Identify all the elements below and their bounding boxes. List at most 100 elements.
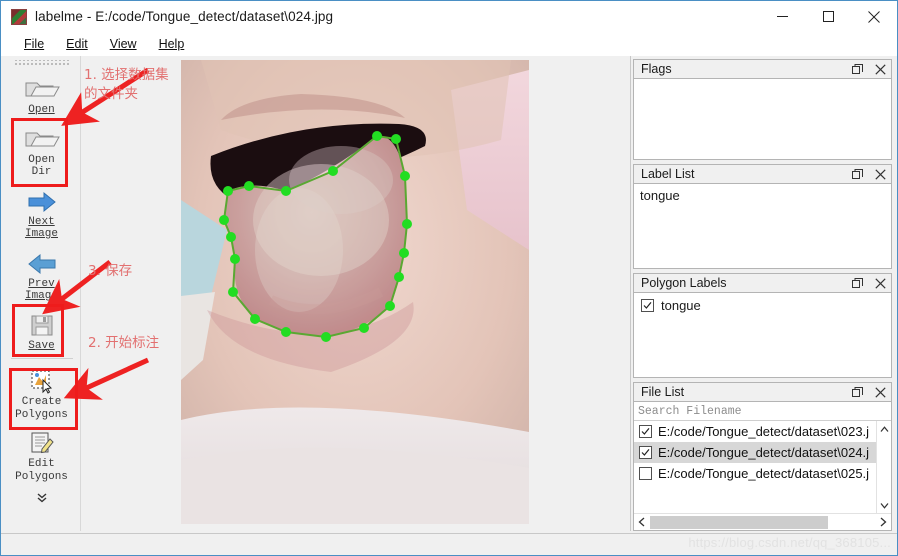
label-list-panel-title: Label List [641, 167, 695, 181]
list-item[interactable]: tongue [634, 293, 891, 313]
toolbar-item-next-image[interactable]: Next Image [10, 181, 74, 243]
float-icon[interactable] [851, 277, 864, 290]
arrow-right-icon [25, 184, 59, 214]
file-list-horizontal-scrollbar[interactable] [634, 513, 891, 530]
highlight-box-save [12, 304, 64, 357]
list-item[interactable]: tongue [634, 184, 891, 203]
menu-view-label: View [109, 37, 137, 51]
right-dock: Flags Label List tongue Polygon Labels t… [631, 56, 895, 531]
csdn-watermark: https://blog.csdn.net/qq_368105... [688, 535, 891, 550]
hscroll-track[interactable] [650, 515, 875, 529]
window-title: labelme - E:/code/Tongue_detect/dataset\… [35, 9, 334, 24]
float-icon[interactable] [851, 386, 864, 399]
toolbar-separator [10, 358, 73, 359]
file-path-text: E:/code/Tongue_detect/dataset\023.j [658, 424, 870, 439]
menu-help[interactable]: Help [148, 35, 196, 53]
toolbar-next-text: Next Image [24, 215, 58, 241]
file-path-text: E:/code/Tongue_detect/dataset\025.j [658, 466, 870, 481]
label-list-panel-title-bar: Label List [633, 164, 892, 183]
label-list-panel: Label List tongue [633, 164, 892, 269]
menu-file-label: File [24, 37, 45, 51]
polygon-labels-panel-buttons [851, 274, 887, 293]
menu-file[interactable]: File [13, 35, 55, 53]
file-list-panel-title: File List [641, 385, 685, 399]
title-bar: labelme - E:/code/Tongue_detect/dataset\… [1, 1, 897, 32]
toolbar-item-prev-image-label: Prev Image [25, 278, 58, 303]
menu-view[interactable]: View [99, 35, 148, 53]
highlight-box-open-dir [11, 118, 68, 187]
polygon-labels-list[interactable]: tongue [633, 292, 892, 378]
toolbar-item-open-label: Open [28, 104, 54, 117]
float-icon[interactable] [851, 168, 864, 181]
status-bar: https://blog.csdn.net/qq_368105... [1, 533, 897, 555]
menu-edit[interactable]: Edit [55, 35, 99, 53]
toolbar-item-next-image-label: Next Image [25, 216, 58, 241]
file-list-vertical-scrollbar[interactable] [876, 421, 891, 513]
close-icon[interactable] [874, 386, 887, 399]
maximize-button[interactable] [805, 1, 851, 32]
search-placeholder: Search Filename [638, 404, 742, 418]
file-list-panel: File List Search Filename E:/code/Tongue… [633, 382, 892, 531]
float-icon[interactable] [851, 63, 864, 76]
labelme-icon [11, 8, 27, 25]
menu-help-label: Help [158, 37, 185, 51]
close-button[interactable] [851, 1, 897, 32]
toolbar-overflow-button[interactable] [35, 491, 49, 507]
annotated-image[interactable] [181, 60, 529, 524]
flags-panel-title: Flags [641, 62, 672, 76]
flags-list[interactable] [633, 78, 892, 160]
highlight-box-create-polygons [9, 368, 78, 430]
menu-edit-label: Edit [66, 37, 88, 51]
file-list-body: Search Filename E:/code/Tongue_detect/da… [633, 401, 892, 531]
file-path-text: E:/code/Tongue_detect/dataset\024.j [658, 445, 870, 460]
polygon-labels-panel-title-bar: Polygon Labels [633, 273, 892, 292]
minimize-button[interactable] [759, 1, 805, 32]
toolbar-item-open[interactable]: Open [10, 69, 74, 119]
toolbar-item-edit-polygons-label: Edit Polygons [15, 458, 68, 483]
checkbox-unchecked-icon[interactable] [639, 467, 652, 480]
image-canvas-area[interactable] [81, 56, 631, 531]
toolbar-item-edit-polygons[interactable]: Edit Polygons [10, 423, 74, 485]
file-list-item[interactable]: E:/code/Tongue_detect/dataset\025.j [634, 463, 891, 484]
file-list-panel-title-bar: File List [633, 382, 892, 401]
step-3-note: 3. 保存 [88, 263, 133, 279]
toolbar-prev-text: Prev Image [24, 277, 58, 303]
folder-open-icon [23, 72, 61, 102]
flags-panel-title-bar: Flags [633, 59, 892, 78]
photo-with-polygon [181, 60, 529, 524]
label-list[interactable]: tongue [633, 183, 892, 269]
flags-panel-buttons [851, 60, 887, 79]
chevron-up-icon[interactable] [880, 421, 889, 437]
polygon-label-text: tongue [661, 298, 701, 313]
file-list-item[interactable]: E:/code/Tongue_detect/dataset\023.j [634, 421, 891, 442]
close-icon[interactable] [874, 277, 887, 290]
chevron-left-icon[interactable] [634, 517, 650, 527]
toolbar-drag-handle[interactable] [13, 60, 70, 67]
search-filename-input[interactable]: Search Filename [634, 402, 891, 421]
toolbar-open-text: Open [28, 104, 55, 116]
chevron-down-icon [37, 493, 46, 503]
checkbox-checked-icon[interactable] [639, 425, 652, 438]
edit-polygon-icon [28, 426, 56, 456]
arrow-left-icon [25, 246, 59, 276]
menu-bar: File Edit View Help [1, 32, 897, 56]
hscroll-thumb[interactable] [650, 515, 828, 529]
file-list-panel-buttons [851, 383, 887, 402]
window-controls [759, 1, 897, 32]
polygon-labels-panel: Polygon Labels tongue [633, 273, 892, 378]
toolbar-item-prev-image[interactable]: Prev Image [10, 243, 74, 305]
step-1-note: 1. 选择数据集 的文件夹 [84, 67, 169, 102]
checkbox-checked-icon[interactable] [639, 446, 652, 459]
file-list-item-selected[interactable]: E:/code/Tongue_detect/dataset\024.j [634, 442, 891, 463]
file-list-items[interactable]: E:/code/Tongue_detect/dataset\023.j E:/c… [634, 421, 891, 513]
polygon-labels-panel-title: Polygon Labels [641, 276, 727, 290]
chevron-down-icon[interactable] [880, 497, 889, 513]
close-icon[interactable] [874, 168, 887, 181]
label-list-panel-buttons [851, 165, 887, 184]
flags-panel: Flags [633, 59, 892, 160]
step-2-note: 2. 开始标注 [88, 335, 160, 351]
checkbox-checked-icon[interactable] [641, 299, 654, 312]
chevron-right-icon[interactable] [875, 517, 891, 527]
close-icon[interactable] [874, 63, 887, 76]
main-body: Open Open Dir Next Image Prev Image Save… [1, 56, 897, 533]
